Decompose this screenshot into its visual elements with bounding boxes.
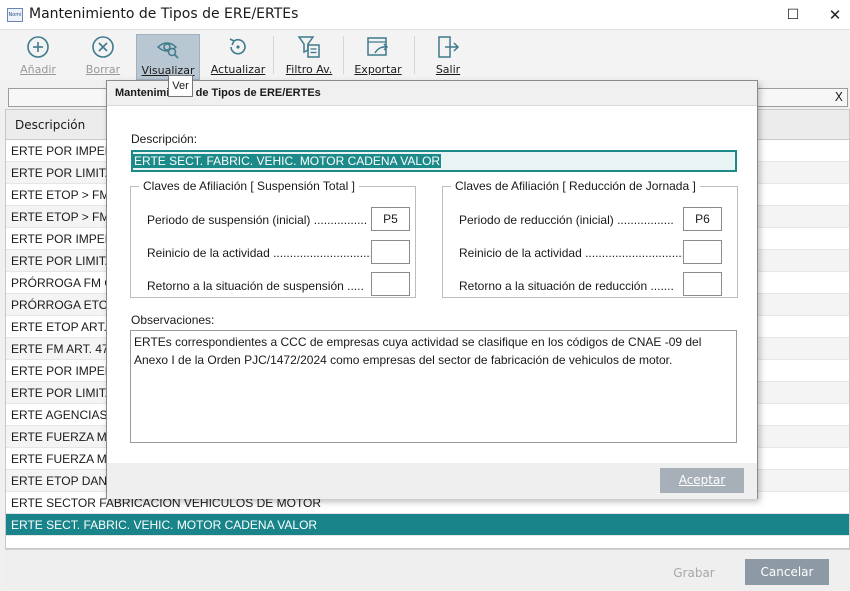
row-description: ERTE ETOP ART. — [11, 320, 107, 334]
row-description: ERTE POR LIMITA — [11, 166, 114, 180]
toolbar-separator — [343, 36, 344, 74]
view-button[interactable]: Visualizar — [136, 34, 200, 80]
observations-field[interactable]: ERTEs correspondientes a CCC de empresas… — [130, 330, 737, 443]
suspension-restart-label: Reinicio de la actividad ...............… — [147, 246, 374, 260]
description-label: Descripción: — [131, 132, 198, 146]
description-field[interactable]: ERTE SECT. FABRIC. VEHIC. MOTOR CADENA V… — [131, 150, 737, 172]
exit-label: Salir — [435, 63, 461, 76]
toolbar: Añadir Borrar Visualizar Actualizar Filt… — [0, 30, 850, 80]
column-header-description[interactable]: Descripción — [15, 118, 85, 132]
accept-button[interactable]: Aceptar — [660, 468, 744, 493]
cancel-button[interactable]: Cancelar — [745, 559, 829, 585]
title-bar: Nomi Mantenimiento de Tipos de ERE/ERTEs… — [0, 0, 850, 30]
row-description: ERTE POR IMPED — [11, 232, 114, 246]
row-description: ERTE FM ART. 47 — [11, 342, 109, 356]
row-description: ERTE POR IMPED — [11, 144, 114, 158]
reduction-initial-field[interactable]: P6 — [683, 207, 722, 231]
exit-button[interactable]: Salir — [424, 34, 472, 78]
exit-icon — [438, 36, 460, 58]
table-row[interactable]: ERTE SECT. FABRIC. VEHIC. MOTOR CADENA V… — [6, 514, 849, 536]
delete-label: Borrar — [85, 63, 121, 76]
filter-icon — [297, 36, 320, 58]
row-description: ERTE ETOP > FM — [11, 188, 110, 202]
refresh-label: Actualizar — [210, 63, 266, 76]
dialog-footer: Aceptar — [107, 463, 757, 499]
add-icon — [27, 36, 49, 58]
view-dialog: Mantenimiento de Tipos de ERE/ERTEs Desc… — [106, 80, 758, 499]
suspension-restart-field[interactable] — [371, 240, 410, 264]
view-tooltip: Ver — [168, 75, 193, 97]
app-icon: Nomi — [7, 8, 23, 22]
suspension-initial-field[interactable]: P5 — [371, 207, 410, 231]
toolbar-separator — [414, 36, 415, 74]
close-button[interactable]: ✕ — [814, 0, 850, 30]
add-button[interactable]: Añadir — [14, 34, 62, 78]
export-label: Exportar — [354, 63, 402, 76]
advanced-filter-button[interactable]: Filtro Av. — [280, 34, 338, 78]
row-description: ERTE AGENCIAS I — [11, 408, 115, 422]
row-description: ERTE POR IMPED — [11, 364, 114, 378]
advanced-filter-label: Filtro Av. — [285, 63, 333, 76]
row-description: ERTE POR LIMITA — [11, 254, 114, 268]
reduction-restart-field[interactable] — [683, 240, 722, 264]
reduction-title: Claves de Afiliación [ Reducción de Jorn… — [451, 179, 700, 193]
add-label: Añadir — [20, 63, 56, 76]
window-title: Mantenimiento de Tipos de ERE/ERTEs — [29, 6, 299, 22]
suspension-initial-label: Periodo de suspensión (inicial) ........… — [147, 213, 368, 227]
row-description: ERTE ETOP DANA — [11, 474, 116, 488]
refresh-icon — [229, 38, 246, 55]
reduction-group: Claves de Afiliación [ Reducción de Jorn… — [442, 179, 738, 298]
row-description: ERTE ETOP > FM — [11, 210, 110, 224]
row-description: ERTE FUERZA MA — [11, 430, 115, 444]
row-description: ERTE FUERZA MA — [11, 452, 115, 466]
reduction-restart-label: Reinicio de la actividad ...............… — [459, 246, 686, 260]
export-icon — [367, 37, 389, 56]
view-icon — [156, 42, 179, 59]
dialog-title-bar: Mantenimiento de Tipos de ERE/ERTEs — [107, 81, 757, 106]
reduction-initial-label: Periodo de reducción (inicial) .........… — [459, 213, 674, 227]
delete-icon — [92, 36, 114, 58]
suspension-total-title: Claves de Afiliación [ Suspensión Total … — [139, 179, 359, 193]
row-description: PRÓRROGA ETOF — [11, 298, 116, 312]
reduction-return-label: Retorno a la situación de reducción ....… — [459, 279, 674, 293]
suspension-return-field[interactable] — [371, 272, 410, 296]
save-button[interactable]: Grabar — [655, 560, 733, 586]
delete-button[interactable]: Borrar — [80, 34, 126, 78]
suspension-total-group: Claves de Afiliación [ Suspensión Total … — [130, 179, 416, 298]
row-description: PRÓRROGA FM C — [11, 276, 114, 290]
suspension-return-label: Retorno a la situación de suspensión ...… — [147, 279, 364, 293]
clear-filter-button[interactable]: X — [835, 90, 843, 104]
refresh-button[interactable]: Actualizar — [208, 34, 268, 78]
row-description: ERTE POR LIMITA — [11, 386, 114, 400]
dialog-title: Mantenimiento de Tipos de ERE/ERTEs — [115, 87, 321, 99]
reduction-return-field[interactable] — [683, 272, 722, 296]
bottom-bar: Grabar Cancelar — [5, 549, 850, 591]
maximize-button[interactable]: ☐ — [772, 0, 814, 30]
export-button[interactable]: Exportar — [350, 34, 406, 78]
toolbar-separator — [273, 36, 274, 74]
observations-label: Observaciones: — [131, 313, 215, 327]
row-description: ERTE SECT. FABRIC. VEHIC. MOTOR CADENA V… — [11, 518, 318, 532]
description-value: ERTE SECT. FABRIC. VEHIC. MOTOR CADENA V… — [133, 154, 442, 168]
